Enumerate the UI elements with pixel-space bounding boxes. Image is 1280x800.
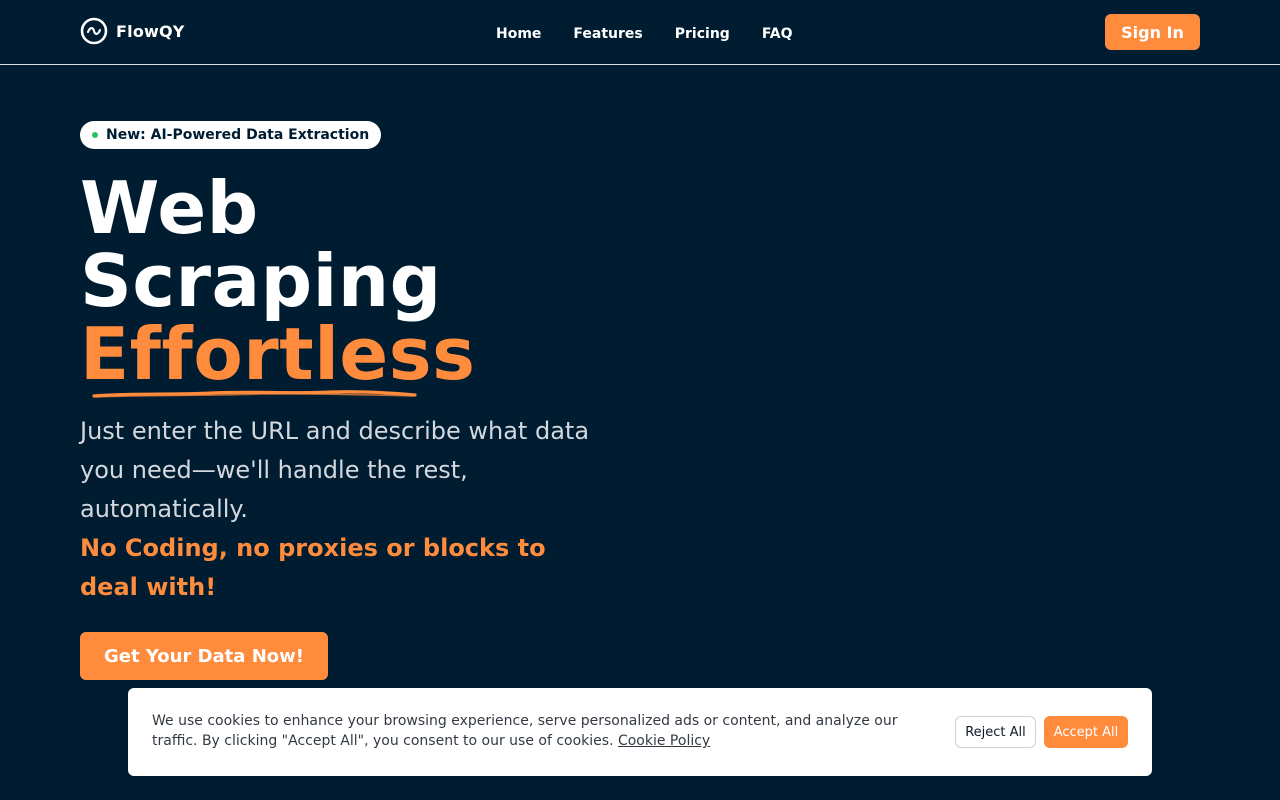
status-dot-icon [92,132,98,138]
cookie-text: We use cookies to enhance your browsing … [152,711,922,751]
brand-name: FlowQY [116,21,185,41]
hero-title: Web Scraping Effortless [80,172,680,391]
nav-pricing[interactable]: Pricing [675,24,730,44]
get-data-button[interactable]: Get Your Data Now! [80,632,328,680]
site-header: FlowQY Home Features Pricing FAQ Sign In [0,0,1280,65]
announcement-badge[interactable]: New: AI-Powered Data Extraction [80,121,382,149]
hero-subtitle-strong: No Coding, no proxies or blocks to deal … [80,534,546,601]
hero-subtitle: Just enter the URL and describe what dat… [80,417,590,523]
hero-title-line1: Web [80,166,259,250]
logo[interactable]: FlowQY [80,17,185,45]
main-nav: Home Features Pricing FAQ [496,24,793,44]
nav-faq[interactable]: FAQ [762,24,793,44]
nav-features[interactable]: Features [573,24,642,44]
hero-title-line2: Scraping [80,239,442,323]
cookie-policy-link[interactable]: Cookie Policy [618,733,710,749]
sign-in-button[interactable]: Sign In [1105,14,1200,50]
cookie-message: We use cookies to enhance your browsing … [152,713,898,749]
nav-home[interactable]: Home [496,24,541,44]
wave-circle-icon [80,17,108,45]
badge-label: New: AI-Powered Data Extraction [106,127,370,143]
cookie-banner: We use cookies to enhance your browsing … [128,688,1152,776]
accept-all-button[interactable]: Accept All [1044,716,1128,748]
reject-all-button[interactable]: Reject All [955,716,1036,748]
brush-underline-icon [92,390,417,398]
hero-title-accent: Effortless [80,312,476,396]
